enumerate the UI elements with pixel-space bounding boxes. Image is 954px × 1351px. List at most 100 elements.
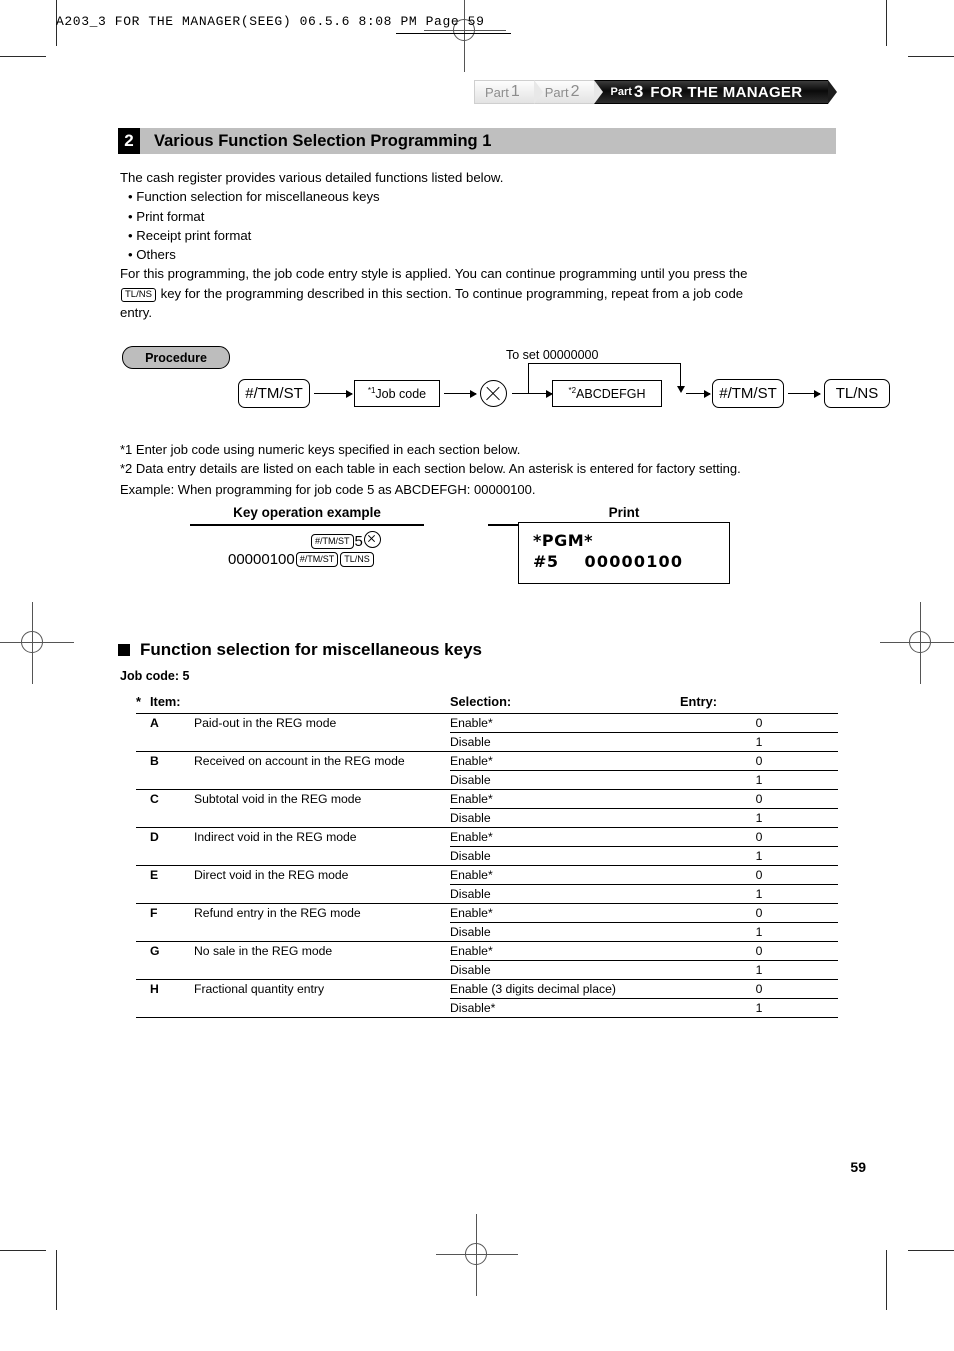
print-value: 00000100 — [584, 552, 684, 571]
part-tab-3-label: Part — [610, 86, 632, 98]
table-header-entry: Entry: — [680, 694, 838, 714]
intro-bullet-4: • Others — [128, 247, 176, 263]
table-cell-selection: Enable* — [450, 789, 680, 809]
intro-bullet-2: • Print format — [128, 208, 205, 224]
table-cell-item: Received on account in the REG mode — [194, 751, 450, 771]
table-cell-item: No sale in the REG mode — [194, 941, 450, 961]
multiply-circle-icon-small-1 — [363, 531, 381, 548]
table-cell-entry: 1 — [680, 922, 838, 942]
footnote-2: *2 Data entry details are listed on each… — [120, 461, 741, 476]
key-op-tmst-1: #/TM/ST — [311, 534, 354, 549]
key-operation-line-2: 00000100 #/TM/ST TL/NS — [228, 551, 375, 568]
table-cell-entry: 0 — [680, 751, 838, 771]
table-cell-item — [194, 809, 450, 828]
table-cell-entry: 1 — [680, 770, 838, 790]
table-cell-item: Subtotal void in the REG mode — [194, 789, 450, 809]
table-cell-item: Direct void in the REG mode — [194, 865, 450, 885]
table-cell-letter: F — [150, 903, 194, 923]
abcdefgh-superscript: *2 — [568, 385, 577, 395]
abcdefgh-text: ABCDEFGH — [576, 387, 646, 402]
diagram-node-key-tmst-1: #/TM/ST — [238, 379, 310, 408]
table-cell-letter: D — [150, 827, 194, 847]
table-header-selection: Selection: — [450, 694, 680, 714]
table-cell-selection: Disable — [450, 732, 680, 752]
table-row: C Subtotal void in the REG mode Enable* 0 — [136, 789, 838, 809]
section-number: 2 — [118, 128, 140, 154]
table-cell-letter — [150, 998, 194, 1018]
diagram-node-key-tmst-2-label: #/TM/ST — [719, 385, 777, 402]
table-cell-entry: 1 — [680, 884, 838, 904]
crop-mark-bottom-left-vertical — [56, 1250, 57, 1310]
table-cell-selection: Disable — [450, 770, 680, 790]
table-cell-star — [136, 827, 150, 847]
diagram-loop-vertical-right — [680, 363, 682, 386]
key-operation-example-header: Key operation example — [233, 505, 381, 520]
table-cell-star — [136, 961, 150, 980]
print-line-2: #5 00000100 — [533, 551, 729, 572]
print-header: Print — [608, 505, 640, 520]
table-cell-letter: E — [150, 865, 194, 885]
table-cell-selection: Enable* — [450, 903, 680, 923]
diagram-loop-vertical-left — [528, 363, 530, 394]
table-cell-item — [194, 847, 450, 866]
subsection-title: Function selection for miscellaneous key… — [140, 640, 482, 659]
key-operation-line-1: #/TM/ST 5 — [310, 531, 382, 550]
table-cell-item — [194, 998, 450, 1018]
table-cell-letter: H — [150, 979, 194, 999]
part-tab-2-number: 2 — [570, 83, 580, 100]
table-cell-star — [136, 941, 150, 961]
table-cell-letter: C — [150, 789, 194, 809]
table-cell-selection: Disable — [450, 960, 680, 980]
print-receipt-box: *PGM* #5 00000100 — [518, 522, 730, 584]
example-sentence: Example: When programming for job code 5… — [120, 482, 536, 497]
table-row: Disable 1 — [136, 884, 838, 904]
table-cell-star — [136, 865, 150, 885]
print-line-1: *PGM* — [533, 531, 594, 550]
table-cell-letter — [150, 809, 194, 828]
table-cell-item: Refund entry in the REG mode — [194, 903, 450, 923]
table-cell-letter: A — [150, 713, 194, 733]
footnote-1: *1 Enter job code using numeric keys spe… — [120, 442, 521, 457]
part-tab-3-active[interactable]: Part 3 FOR THE MANAGER — [593, 80, 838, 104]
crop-mark-bottom-right-vertical — [886, 1250, 887, 1310]
intro-paragraph-a: For this programming, the job code entry… — [120, 266, 748, 282]
table-cell-star — [136, 903, 150, 923]
table-header-star: * — [136, 694, 150, 714]
table-cell-star — [136, 713, 150, 733]
intro-text-block: The cash register provides various detai… — [120, 168, 840, 322]
diagram-node-jobcode-label: *1Job code — [368, 386, 426, 401]
page-number: 59 — [850, 1159, 866, 1175]
table-cell-selection: Disable* — [450, 998, 680, 1018]
table-cell-letter: B — [150, 751, 194, 771]
table-cell-entry: 0 — [680, 941, 838, 961]
table-cell-entry: 0 — [680, 979, 838, 999]
table-cell-item — [194, 923, 450, 942]
key-op-digit: 5 — [354, 533, 363, 550]
registration-mark-bottom — [436, 1214, 518, 1296]
table-row: E Direct void in the REG mode Enable* 0 — [136, 865, 838, 885]
table-cell-item — [194, 771, 450, 790]
table-cell-star — [136, 771, 150, 790]
print-job-code: #5 — [533, 552, 559, 571]
crop-mark-bottom-left-horizontal — [0, 1250, 46, 1251]
footnotes-block: *1 Enter job code using numeric keys spe… — [120, 440, 850, 478]
table-row: Disable 1 — [136, 922, 838, 942]
table-cell-selection: Enable* — [450, 751, 680, 771]
table-cell-star — [136, 847, 150, 866]
table-row: G No sale in the REG mode Enable* 0 — [136, 941, 838, 961]
table-cell-entry: 1 — [680, 998, 838, 1018]
table-cell-letter: G — [150, 941, 194, 961]
table-cell-letter — [150, 771, 194, 790]
table-header-item: Item: — [150, 694, 194, 714]
key-operation-example-underline — [190, 524, 424, 526]
part-tab-1-label: Part — [485, 84, 509, 100]
table-cell-star — [136, 751, 150, 771]
part-tab-1-number: 1 — [510, 83, 520, 100]
table-cell-star — [136, 923, 150, 942]
table-cell-item: Paid-out in the REG mode — [194, 713, 450, 733]
table-cell-letter — [150, 847, 194, 866]
key-op-tmst-2: #/TM/ST — [295, 552, 339, 567]
table-row: A Paid-out in the REG mode Enable* 0 — [136, 713, 838, 733]
part-tab-1[interactable]: Part 1 — [474, 80, 543, 104]
diagram-node-jobcode: *1Job code — [354, 380, 440, 407]
